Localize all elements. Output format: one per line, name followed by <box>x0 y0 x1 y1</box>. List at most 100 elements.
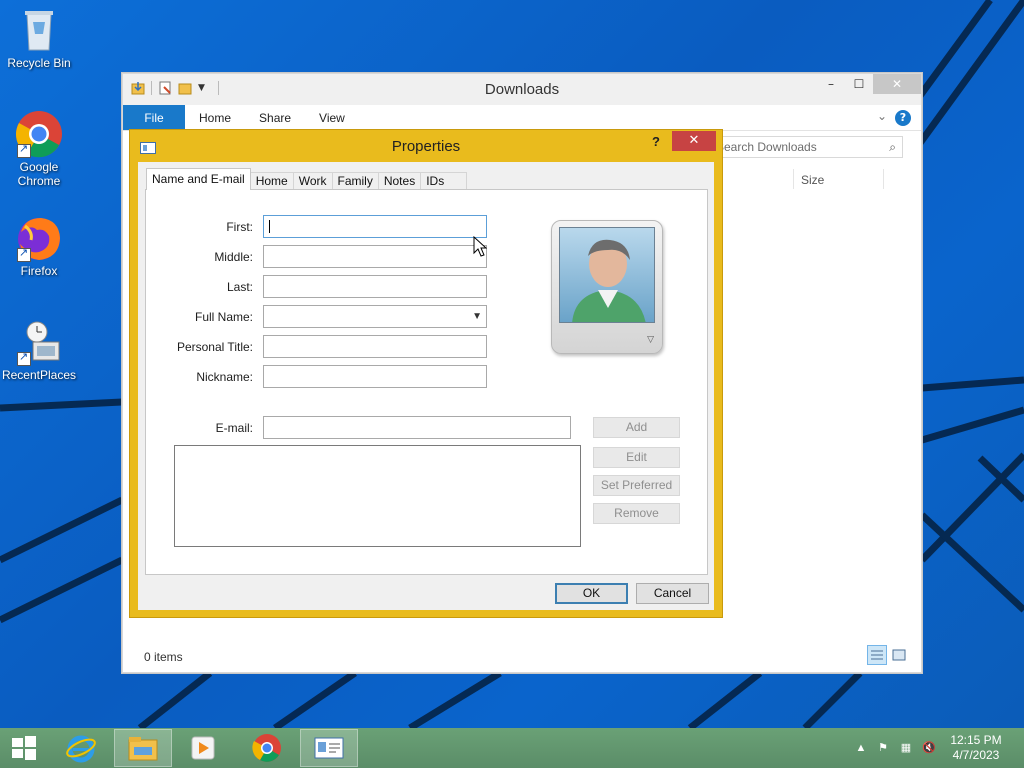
explorer-titlebar[interactable]: ▼ Downloads – ☐ ✕ <box>123 74 921 105</box>
ribbon-tab-share[interactable]: Share <box>245 105 305 130</box>
contacts-icon <box>314 737 344 759</box>
tab-ids[interactable]: IDs <box>420 172 468 190</box>
tab-notes[interactable]: Notes <box>377 172 422 190</box>
dialog-client-area: Name and E-mail Home Work Family Notes I… <box>138 162 714 610</box>
help-icon[interactable]: ? <box>652 134 660 149</box>
email-label: E-mail: <box>215 420 253 435</box>
field-row-nickname: Nickname: <box>146 365 487 388</box>
personal-title-field[interactable] <box>263 335 487 358</box>
field-row-middle: Middle: <box>146 245 487 268</box>
field-row-last: Last: <box>146 275 487 298</box>
first-name-field[interactable] <box>263 215 487 238</box>
close-icon[interactable]: ✕ <box>873 74 921 94</box>
contact-photo[interactable]: ▽ <box>551 220 663 354</box>
desktop: Recycle Bin Google Chrome Firefox Recent… <box>0 0 1024 728</box>
close-icon[interactable]: ✕ <box>672 131 716 151</box>
person-silhouette-icon <box>559 227 655 323</box>
email-list[interactable] <box>174 445 581 547</box>
clock-date: 4/7/2023 <box>952 748 1000 762</box>
ok-button[interactable]: OK <box>555 583 628 604</box>
taskbar: ▲ ⚑ ▦ 🔇 12:15 PM 4/7/2023 <box>0 728 1024 768</box>
taskbar-internet-explorer[interactable] <box>52 729 110 767</box>
desktop-icon-recent-places[interactable]: RecentPlaces <box>1 318 77 382</box>
desktop-icon-google-chrome[interactable]: Google Chrome <box>1 110 77 188</box>
shortcut-arrow-icon <box>17 142 31 158</box>
taskbar-file-explorer[interactable] <box>114 729 172 767</box>
tab-family[interactable]: Family <box>331 172 379 190</box>
explorer-title: Downloads <box>484 81 560 98</box>
full-name-select[interactable]: ▼ <box>263 305 487 328</box>
chrome-icon <box>15 110 63 158</box>
cancel-button[interactable]: Cancel <box>636 583 709 604</box>
ribbon-tab-view[interactable]: View <box>305 105 359 130</box>
add-email-button[interactable]: Add <box>593 417 680 438</box>
column-header-size[interactable]: Size <box>801 173 824 187</box>
large-icons-view-icon[interactable] <box>889 645 909 665</box>
maximize-icon[interactable]: ☐ <box>845 74 873 94</box>
recent-places-icon <box>15 318 63 366</box>
volume-muted-icon[interactable]: 🔇 <box>922 741 936 755</box>
start-icon <box>12 736 36 760</box>
field-row-personal-title: Personal Title: <box>146 335 487 358</box>
file-explorer-icon <box>128 737 158 761</box>
show-hidden-icons-icon[interactable]: ▲ <box>854 741 868 755</box>
tab-panel-name-and-email: First: Middle: Last: Full Name: ▼ Person… <box>145 189 708 575</box>
view-switcher <box>867 645 909 665</box>
status-bar: 0 items <box>123 638 921 672</box>
nickname-label: Nickname: <box>196 369 253 384</box>
field-row-first: First: <box>146 215 487 238</box>
chevron-down-icon[interactable]: ▼ <box>472 306 482 327</box>
search-input[interactable]: Search Downloads ⌕ <box>711 136 903 158</box>
column-divider[interactable] <box>793 169 794 189</box>
clock-time: 12:15 PM <box>950 733 1002 747</box>
column-divider[interactable] <box>883 169 884 189</box>
internet-explorer-icon <box>66 735 96 763</box>
chevron-down-icon[interactable]: ▽ <box>647 335 654 345</box>
nickname-field[interactable] <box>263 365 487 388</box>
last-name-field[interactable] <box>263 275 487 298</box>
field-row-full-name: Full Name: ▼ <box>146 305 487 328</box>
action-center-flag-icon[interactable]: ⚑ <box>876 741 890 755</box>
tab-home[interactable]: Home <box>249 172 294 190</box>
network-icon[interactable]: ▦ <box>899 741 913 755</box>
desktop-icon-firefox[interactable]: Firefox <box>1 214 77 278</box>
desktop-icon-label: RecentPlaces <box>1 368 77 382</box>
system-tray: ▲ ⚑ ▦ 🔇 12:15 PM 4/7/2023 <box>844 728 1024 768</box>
details-view-icon[interactable] <box>867 645 887 665</box>
search-placeholder: Search Downloads <box>716 140 817 154</box>
search-icon[interactable]: ⌕ <box>889 137 896 157</box>
start-button[interactable] <box>0 729 48 767</box>
taskbar-chrome[interactable] <box>238 729 296 767</box>
firefox-icon <box>15 214 63 262</box>
middle-name-field[interactable] <box>263 245 487 268</box>
help-icon[interactable]: ? <box>895 110 911 126</box>
mouse-cursor-icon <box>473 235 488 261</box>
email-field[interactable] <box>263 416 571 439</box>
minimize-icon[interactable]: – <box>817 74 845 94</box>
expand-ribbon-icon[interactable]: ⌄ <box>877 109 887 123</box>
dialog-title: Properties <box>391 138 461 155</box>
taskbar-media-player[interactable] <box>174 729 232 767</box>
tab-name-and-email[interactable]: Name and E-mail <box>146 168 251 190</box>
item-count: 0 items <box>144 650 183 664</box>
desktop-icon-label: Firefox <box>20 264 58 278</box>
middle-label: Middle: <box>214 249 253 264</box>
set-preferred-button[interactable]: Set Preferred <box>593 475 680 496</box>
media-player-icon <box>191 736 215 760</box>
edit-email-button[interactable]: Edit <box>593 447 680 468</box>
ribbon-tab-home[interactable]: Home <box>185 105 245 130</box>
ribbon: File Home Share View ⌄ ? <box>123 105 921 131</box>
clock[interactable]: 12:15 PM 4/7/2023 <box>946 733 1006 763</box>
desktop-icon-label: Recycle Bin <box>7 56 71 70</box>
taskbar-contacts[interactable] <box>300 729 358 767</box>
desktop-icon-recycle-bin[interactable]: Recycle Bin <box>1 6 77 70</box>
desktop-icon-label: Google Chrome <box>17 160 61 188</box>
remove-email-button[interactable]: Remove <box>593 503 680 524</box>
chrome-icon <box>252 734 281 762</box>
properties-dialog: Properties ? ✕ Name and E-mail Home Work… <box>129 129 723 618</box>
ribbon-tab-file[interactable]: File <box>123 105 185 130</box>
field-row-email: E-mail: <box>146 416 571 439</box>
tab-work[interactable]: Work <box>292 172 333 190</box>
first-label: First: <box>226 219 253 234</box>
full-name-label: Full Name: <box>194 309 253 324</box>
